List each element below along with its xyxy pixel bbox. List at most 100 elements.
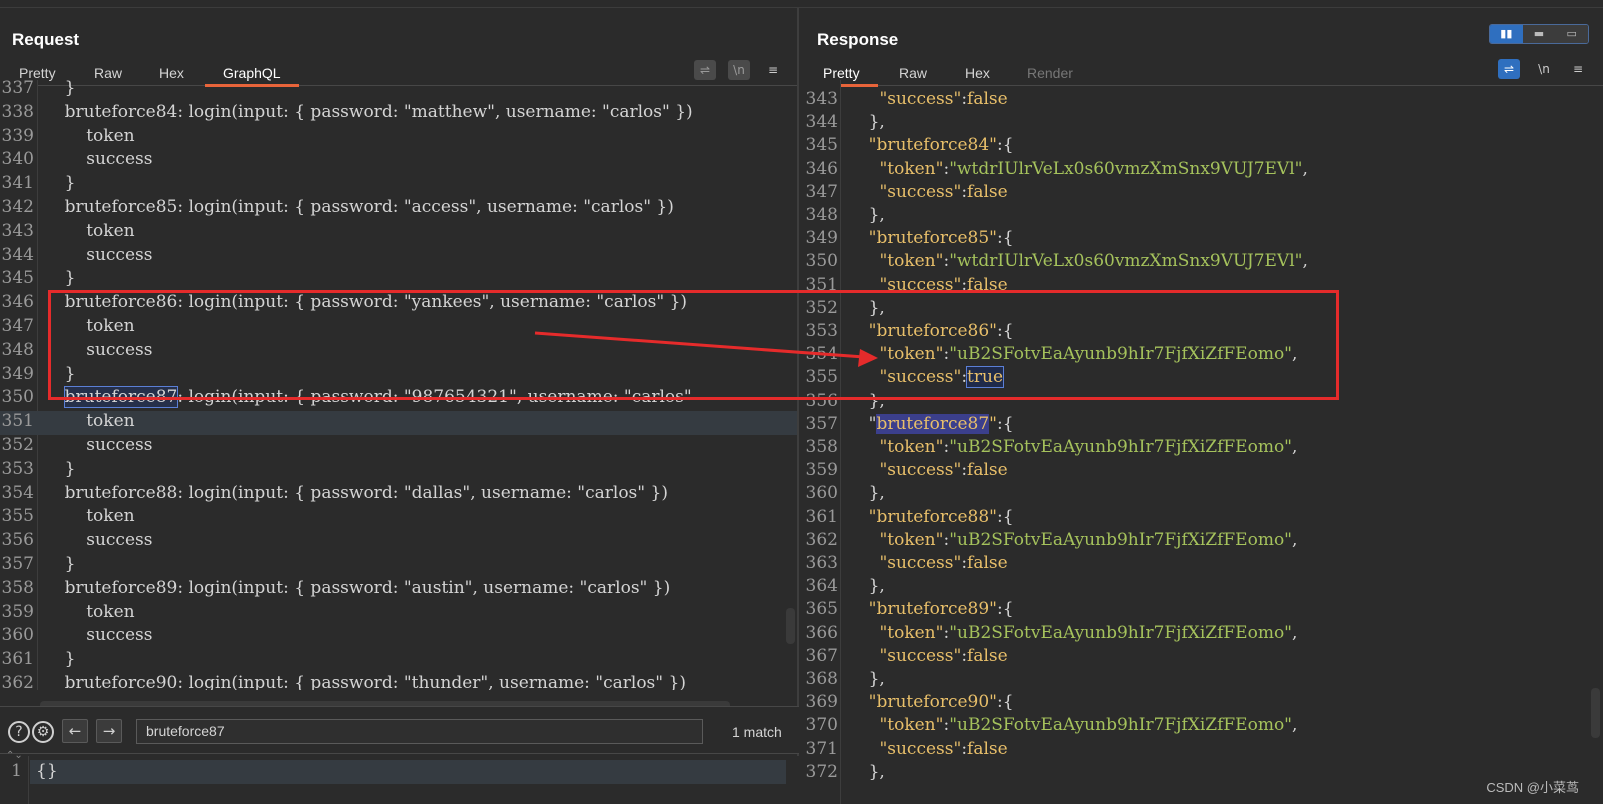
response-code-line[interactable]: 355 "success":true <box>801 366 1603 391</box>
response-code-line[interactable]: 364 }, <box>801 576 1603 600</box>
request-code-text: token <box>43 316 135 336</box>
response-code-line[interactable]: 360 }, <box>801 483 1603 507</box>
response-code-line[interactable]: 361 "bruteforce88":{ <box>801 507 1603 531</box>
response-code-line[interactable]: 370 "token":"uB2SFotvEaAyunb9hIr7FjfXiZf… <box>801 715 1603 739</box>
request-code-text: } <box>43 363 76 384</box>
previous-match-button[interactable]: ← <box>62 719 88 743</box>
request-editor[interactable]: 337 } 338 bruteforce84: login(input: { pa… <box>0 80 797 690</box>
response-code-text: "success":false <box>879 181 1008 202</box>
response-code-line[interactable]: 362 "token":"uB2SFotvEaAyunb9hIr7FjfXiZf… <box>801 530 1603 554</box>
request-code-line[interactable]: 359 token <box>0 602 797 626</box>
response-code-line[interactable]: 354 "token":"uB2SFotvEaAyunb9hIr7FjfXiZf… <box>801 344 1603 368</box>
response-code-line[interactable]: 346 "token":"wtdrIUlrVeLx0s60vmzXmSnx9VU… <box>801 159 1603 183</box>
response-code-line[interactable]: 363 "success":false <box>801 553 1603 577</box>
variables-line-number: 1 <box>11 761 22 781</box>
response-code-line[interactable]: 369 "bruteforce90":{ <box>801 692 1603 716</box>
variables-text[interactable]: {} <box>36 761 58 781</box>
request-code-line[interactable]: 346 bruteforce86: login(input: { passwor… <box>0 292 797 316</box>
response-code-line[interactable]: 357 "bruteforce87":{ <box>801 413 1603 438</box>
response-code-text: "success":false <box>879 89 1008 109</box>
request-code-text: bruteforce90: login(input: { password: "… <box>43 673 686 690</box>
response-code-text: }, <box>847 576 885 597</box>
request-code-line[interactable]: 340 success <box>0 149 797 173</box>
response-code-text: "success":false <box>879 274 1008 295</box>
request-code-line[interactable]: 345 } <box>0 268 797 292</box>
next-match-button[interactable]: → <box>96 719 122 743</box>
request-code-line[interactable]: 350 bruteforce87: login(input: { passwor… <box>0 386 797 411</box>
wrap-lines-icon[interactable]: ⇌ <box>694 60 716 80</box>
request-code-line[interactable]: 357 } <box>0 554 797 578</box>
collapse-arrows-icon[interactable]: ⌃⌄ <box>6 750 23 761</box>
response-code-line[interactable]: 368 }, <box>801 669 1603 693</box>
line-number: 348 <box>805 205 838 225</box>
response-code-line[interactable]: 358 "token":"uB2SFotvEaAyunb9hIr7FjfXiZf… <box>801 437 1603 461</box>
line-number: 359 <box>805 460 838 481</box>
request-code-line[interactable]: 362 bruteforce90: login(input: { passwor… <box>0 673 797 690</box>
response-code-line[interactable]: 343 "success":false <box>801 89 1603 113</box>
response-code-line[interactable]: 349 "bruteforce85":{ <box>801 228 1603 252</box>
settings-gear-icon[interactable]: ⚙ <box>32 721 54 743</box>
request-code-line[interactable]: 356 success <box>0 530 797 554</box>
request-code-line[interactable]: 338 bruteforce84: login(input: { passwor… <box>0 102 797 126</box>
show-newlines-icon[interactable]: \n <box>728 60 750 80</box>
request-code-line[interactable]: 351 token <box>0 411 797 435</box>
search-input[interactable]: bruteforce87 <box>136 719 703 744</box>
watermark: CSDN @小菜茑 <box>1486 780 1579 795</box>
response-code-line[interactable]: 359 "success":false <box>801 460 1603 484</box>
response-code-line[interactable]: 367 "success":false <box>801 646 1603 670</box>
request-code-line[interactable]: 361 } <box>0 649 797 673</box>
request-pane: Request Pretty Raw Hex GraphQL ⇌ \n ≡ 33… <box>0 8 799 804</box>
request-code-line[interactable]: 339 token <box>0 126 797 150</box>
request-code-text: } <box>43 458 76 479</box>
response-code-text: }, <box>847 112 885 133</box>
line-number: 346 <box>1 292 34 313</box>
help-icon[interactable]: ? <box>8 721 30 743</box>
request-code-line[interactable]: 341 } <box>0 173 797 197</box>
request-code-line[interactable]: 344 success <box>0 245 797 269</box>
response-code-line[interactable]: 344 }, <box>801 112 1603 136</box>
layout-stacked-icon[interactable]: ▬ <box>1522 25 1556 43</box>
request-code-line[interactable]: 353 } <box>0 459 797 483</box>
request-code-line[interactable]: 343 token <box>0 221 797 245</box>
request-vertical-scrollbar[interactable] <box>786 608 795 644</box>
variables-editor[interactable]: ⌃⌄ ••• 1 {} <box>0 750 799 804</box>
response-code-line[interactable]: 351 "success":false <box>801 275 1603 299</box>
layout-tabs-icon[interactable]: ▭ <box>1555 25 1588 43</box>
response-show-newlines-icon[interactable]: \n <box>1533 59 1555 79</box>
layout-side-by-side-icon[interactable]: ▮▮ <box>1490 25 1523 43</box>
line-number: 338 <box>1 101 34 122</box>
layout-toggle: ▮▮ ▬ ▭ <box>1489 24 1589 44</box>
response-code-line[interactable]: 350 "token":"wtdrIUlrVeLx0s60vmzXmSnx9VU… <box>801 251 1603 275</box>
response-vertical-scrollbar[interactable] <box>1591 688 1600 738</box>
response-code-line[interactable]: 365 "bruteforce89":{ <box>801 599 1603 623</box>
request-code-text: bruteforce86: login(input: { password: "… <box>43 292 688 313</box>
request-code-line[interactable]: 349 } <box>0 364 797 388</box>
response-wrap-lines-icon[interactable]: ⇌ <box>1498 59 1520 79</box>
line-number: 362 <box>1 673 34 690</box>
request-code-line[interactable]: 347 token <box>0 316 797 340</box>
response-code-text: }, <box>847 205 885 225</box>
response-code-line[interactable]: 353 "bruteforce86":{ <box>801 321 1603 345</box>
request-code-line[interactable]: 337 } <box>0 80 797 102</box>
window-top-bar <box>0 0 1603 8</box>
line-number: 351 <box>805 274 838 295</box>
response-code-line[interactable]: 352 }, <box>801 298 1603 322</box>
line-number: 354 <box>805 344 838 365</box>
request-code-line[interactable]: 348 success <box>0 340 797 364</box>
response-code-line[interactable]: 356 }, <box>801 391 1603 415</box>
response-menu-icon[interactable]: ≡ <box>1567 59 1589 79</box>
response-code-line[interactable]: 371 "success":false <box>801 739 1603 763</box>
response-code-line[interactable]: 348 }, <box>801 205 1603 229</box>
request-code-line[interactable]: 354 bruteforce88: login(input: { passwor… <box>0 483 797 507</box>
response-code-line[interactable]: 366 "token":"uB2SFotvEaAyunb9hIr7FjfXiZf… <box>801 623 1603 647</box>
response-code-line[interactable]: 347 "success":false <box>801 182 1603 206</box>
request-code-line[interactable]: 342 bruteforce85: login(input: { passwor… <box>0 197 797 221</box>
request-code-line[interactable]: 352 success <box>0 435 797 459</box>
menu-icon[interactable]: ≡ <box>762 60 784 80</box>
response-viewer[interactable]: 343 "success":false 344 }, 345 "bruteforce… <box>801 80 1603 804</box>
request-code-line[interactable]: 355 token <box>0 506 797 530</box>
request-code-line[interactable]: 360 success <box>0 625 797 649</box>
request-code-line[interactable]: 358 bruteforce89: login(input: { passwor… <box>0 578 797 602</box>
response-code-line[interactable]: 345 "bruteforce84":{ <box>801 135 1603 159</box>
response-code-line[interactable]: 372 }, <box>801 762 1603 786</box>
